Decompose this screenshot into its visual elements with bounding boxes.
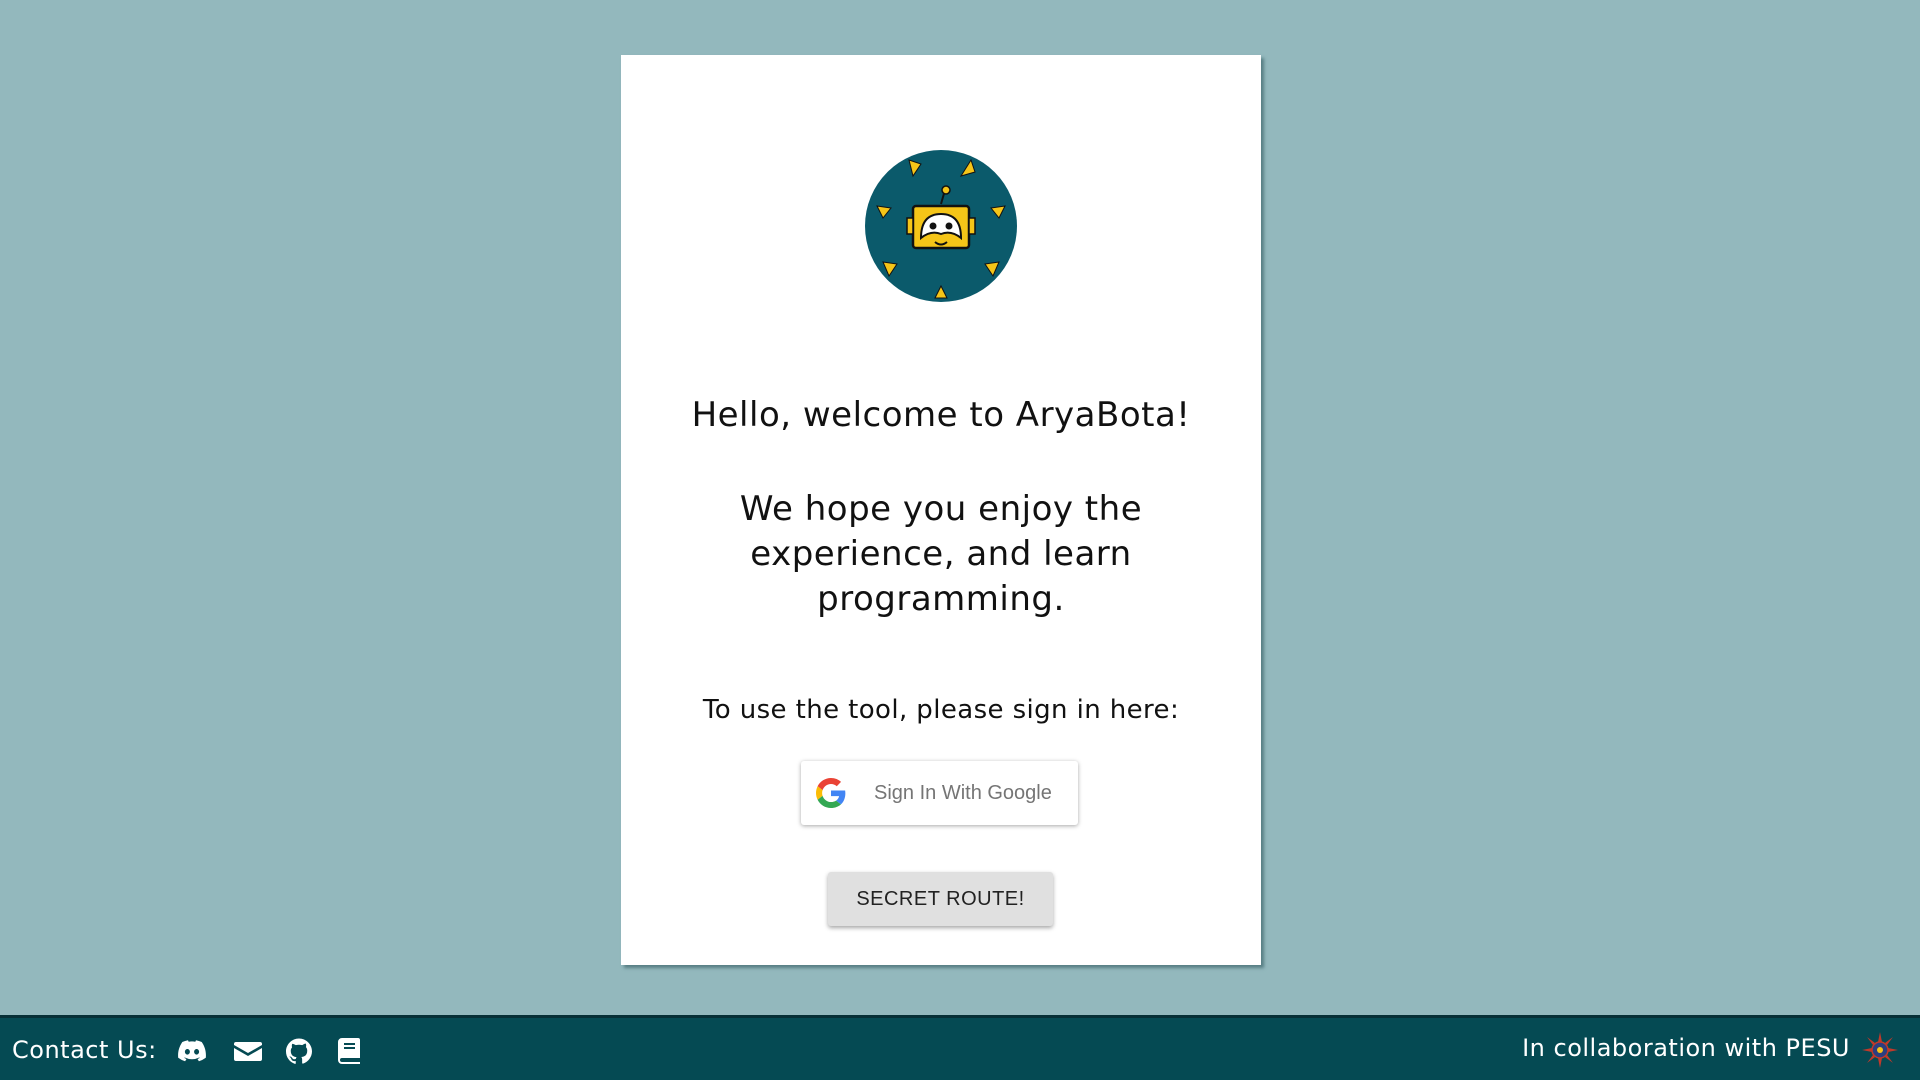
footer-bar: Contact Us: In collaboration with PESU: [0, 1015, 1920, 1080]
discord-icon[interactable]: [178, 1038, 206, 1064]
welcome-card: Hello, welcome to AryaBota! We hope you …: [621, 55, 1261, 965]
welcome-heading: Hello, welcome to AryaBota!: [691, 395, 1191, 435]
google-signin-button[interactable]: Sign In With Google: [801, 761, 1078, 825]
aryabota-logo: [865, 150, 1017, 302]
google-icon: [816, 778, 846, 808]
collaboration-text: In collaboration with PESU: [1522, 1034, 1850, 1062]
github-icon[interactable]: [285, 1038, 313, 1064]
google-signin-label: Sign In With Google: [874, 781, 1052, 804]
email-icon[interactable]: [234, 1038, 262, 1064]
contact-label: Contact Us:: [12, 1036, 157, 1064]
signin-prompt: To use the tool, please sign in here:: [702, 695, 1180, 725]
welcome-message: We hope you enjoy the experience, and le…: [739, 489, 1143, 619]
pesu-logo: [1862, 1032, 1898, 1068]
secret-route-button[interactable]: SECRET ROUTE!: [828, 872, 1053, 926]
book-icon[interactable]: [335, 1038, 363, 1064]
